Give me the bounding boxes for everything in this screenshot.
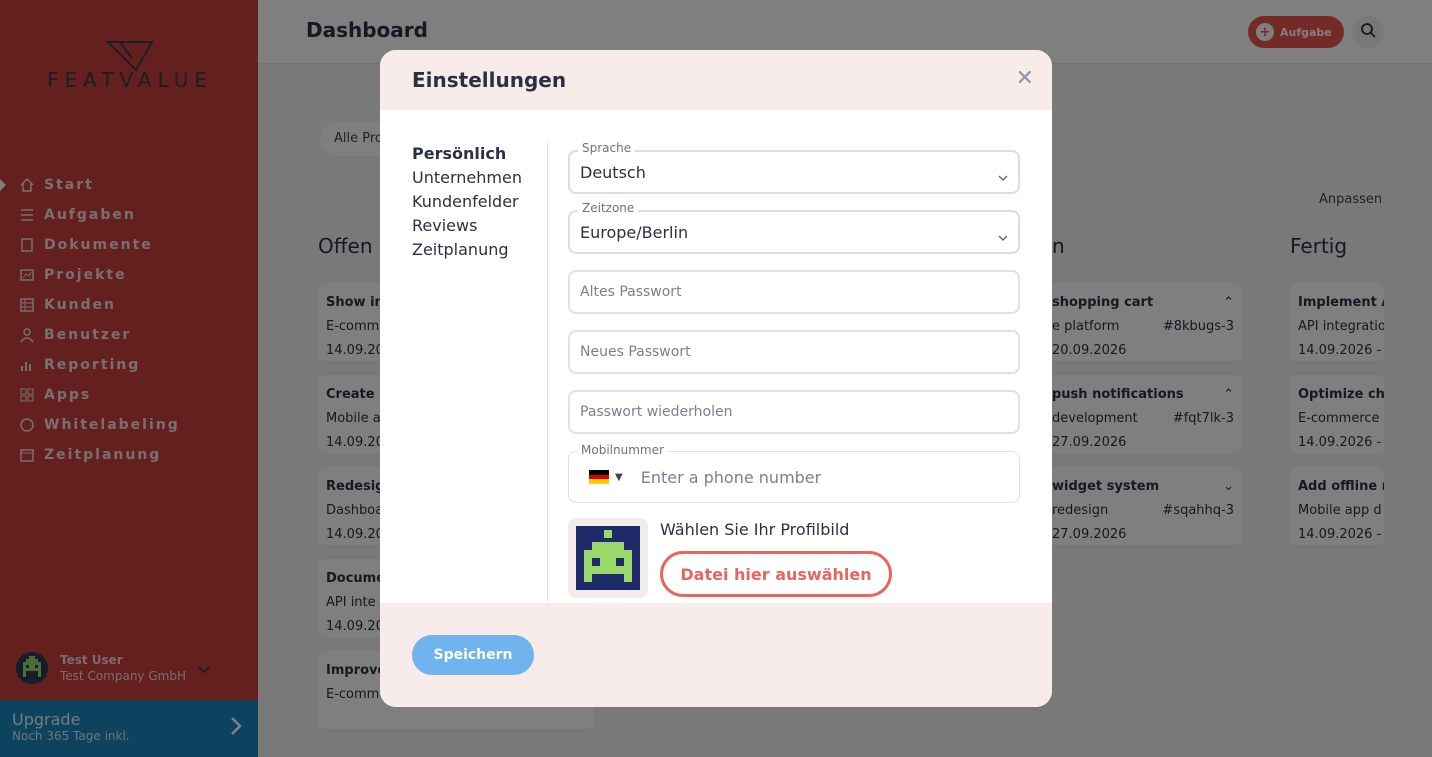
germany-flag-icon[interactable]: [589, 470, 609, 485]
chevron-down-icon: [998, 166, 1008, 185]
timezone-value: Europe/Berlin: [580, 222, 689, 242]
save-button[interactable]: Speichern: [412, 635, 534, 675]
language-value: Deutsch: [580, 162, 646, 182]
repeat-password-placeholder: Passwort wiederholen: [580, 404, 733, 420]
phone-field: Mobilnummer ▼ Enter a phone number: [568, 443, 1020, 503]
new-password-input[interactable]: Neues Passwort: [568, 330, 1020, 374]
profile-picture: [568, 518, 648, 598]
settings-modal: Einstellungen ✕ Persönlich Unternehmen K…: [380, 50, 1052, 707]
timezone-select[interactable]: Zeitzone Europe/Berlin: [568, 201, 1020, 254]
repeat-password-input[interactable]: Passwort wiederholen: [568, 390, 1020, 434]
settings-tabs: Persönlich Unternehmen Kundenfelder Revi…: [412, 142, 522, 262]
new-password-placeholder: Neues Passwort: [580, 344, 691, 360]
language-label: Sprache: [578, 141, 636, 155]
profile-picture-label: Wählen Sie Ihr Profilbild: [660, 520, 850, 539]
tab-kundenfelder[interactable]: Kundenfelder: [412, 190, 522, 214]
tab-unternehmen[interactable]: Unternehmen: [412, 166, 522, 190]
chevron-down-icon: [998, 226, 1008, 245]
phone-label: Mobilnummer: [577, 443, 668, 457]
old-password-placeholder: Altes Passwort: [580, 284, 682, 300]
modal-header: Einstellungen ✕: [380, 50, 1052, 110]
tab-reviews[interactable]: Reviews: [412, 214, 522, 238]
choose-file-button[interactable]: Datei hier auswählen: [660, 551, 892, 597]
tab-persoenlich[interactable]: Persönlich: [412, 142, 522, 166]
language-select[interactable]: Sprache Deutsch: [568, 141, 1020, 194]
modal-footer: Speichern: [380, 603, 1052, 707]
divider: [547, 142, 548, 602]
tab-zeitplanung[interactable]: Zeitplanung: [412, 238, 522, 262]
old-password-input[interactable]: Altes Passwort: [568, 270, 1020, 314]
caret-down-icon[interactable]: ▼: [615, 472, 623, 483]
timezone-label: Zeitzone: [578, 201, 639, 215]
phone-input[interactable]: Enter a phone number: [641, 468, 822, 487]
close-icon[interactable]: ✕: [1016, 66, 1034, 91]
modal-title: Einstellungen: [412, 68, 567, 92]
avatar: [576, 526, 640, 590]
